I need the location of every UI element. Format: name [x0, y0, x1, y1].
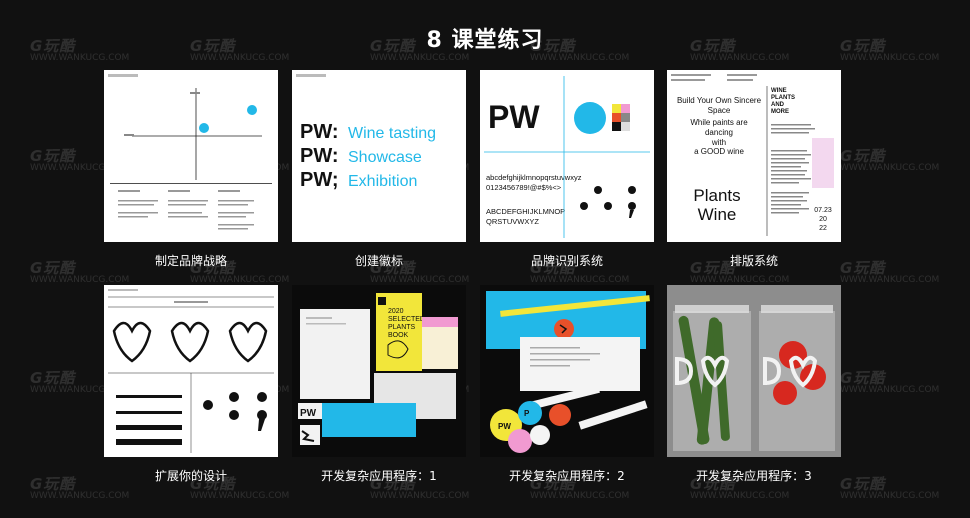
svg-text:SELECTED: SELECTED [388, 316, 425, 323]
headline-3: While paints are [690, 118, 748, 127]
extended-patterns [108, 289, 274, 453]
card-extend-design[interactable] [104, 285, 278, 457]
svg-text:2020: 2020 [388, 308, 404, 315]
caption-application-1: 开发复杂应用程序：1 [321, 469, 437, 483]
caption-extend-design: 扩展你的设计 [154, 469, 227, 483]
stationery-mockup: 2020 SELECTED PLANTS BOOK PW [298, 293, 458, 445]
headline-6: a GOOD wine [694, 147, 744, 156]
type-upper-2: QRSTUVWXYZ [486, 217, 539, 226]
svg-text:22: 22 [819, 225, 827, 232]
card-identity[interactable]: PW abcdefghijklmnopqrstuvwxyz 0123456789… [480, 70, 654, 242]
svg-text:PW:: PW: [300, 145, 339, 167]
watermark: G玩酷WWW.WANKUCG.COM [840, 369, 940, 396]
headline-4: dancing [705, 128, 733, 137]
card-application-2[interactable]: PW P [480, 285, 654, 457]
packaging-photo [667, 285, 841, 457]
strategy-diagram [108, 74, 272, 230]
headline-2: Space [708, 106, 731, 115]
svg-text:PW:: PW: [300, 121, 339, 143]
card-typography[interactable]: Build Your Own Sincere Space While paint… [667, 70, 841, 242]
typography-poster: Build Your Own Sincere Space While paint… [671, 74, 834, 236]
svg-text:AND: AND [771, 102, 785, 108]
svg-text:PW;: PW; [300, 169, 339, 191]
page-title: 8 课堂练习 [426, 28, 544, 53]
caption-identity: 品牌识别系统 [530, 254, 603, 268]
card-application-1[interactable]: 2020 SELECTED PLANTS BOOK PW [292, 285, 466, 457]
svg-text:PLANTS: PLANTS [388, 324, 416, 331]
caption-logo: 创建徽标 [354, 254, 403, 268]
svg-text:P: P [524, 409, 530, 418]
big-word-1: Plants [693, 186, 740, 205]
print-collateral-mockup: PW P [486, 291, 650, 453]
watermark: G玩酷WWW.WANKUCG.COM [840, 259, 940, 286]
headline-5: with [711, 138, 726, 147]
svg-text:PW: PW [498, 422, 511, 431]
caption-application-3: 开发复杂应用程序：3 [696, 469, 812, 483]
logo-line-2: Showcase [348, 149, 422, 166]
headline-1: Build Your Own Sincere [677, 96, 762, 105]
watermark: G玩酷WWW.WANKUCG.COM [840, 147, 940, 174]
card-application-3[interactable] [667, 285, 841, 457]
card-logo[interactable]: PW: PW: PW; Wine tasting Showcase Exhibi… [292, 70, 466, 242]
logo-lockups: PW: PW: PW; Wine tasting Showcase Exhibi… [296, 74, 436, 191]
watermark: G玩酷WWW.WANKUCG.COM [840, 475, 940, 502]
card-brand-strategy[interactable] [104, 70, 278, 242]
svg-text:BOOK: BOOK [388, 332, 409, 339]
svg-text:20: 20 [819, 216, 827, 223]
svg-text:PW: PW [300, 408, 317, 419]
type-upper-1: ABCDEFGHIJKLMNOP [486, 207, 565, 216]
type-digits: 0123456789!@#$%<> [486, 183, 562, 192]
svg-text:07.23: 07.23 [814, 207, 832, 214]
svg-text:MORE: MORE [771, 109, 789, 115]
big-word-2: Wine [698, 205, 737, 224]
logo-line-3: Exhibition [348, 173, 417, 190]
identity-sheet: PW abcdefghijklmnopqrstuvwxyz 0123456789… [484, 76, 650, 238]
caption-application-2: 开发复杂应用程序：2 [509, 469, 625, 483]
logo-line-1: Wine tasting [348, 125, 436, 142]
svg-text:WINE: WINE [771, 88, 787, 94]
caption-typography: 排版系统 [729, 254, 778, 268]
type-lowercase: abcdefghijklmnopqrstuvwxyz [486, 173, 582, 182]
svg-text:PLANTS: PLANTS [771, 95, 795, 101]
caption-brand-strategy: 制定品牌战略 [154, 254, 227, 268]
svg-text:PW: PW [488, 99, 540, 135]
